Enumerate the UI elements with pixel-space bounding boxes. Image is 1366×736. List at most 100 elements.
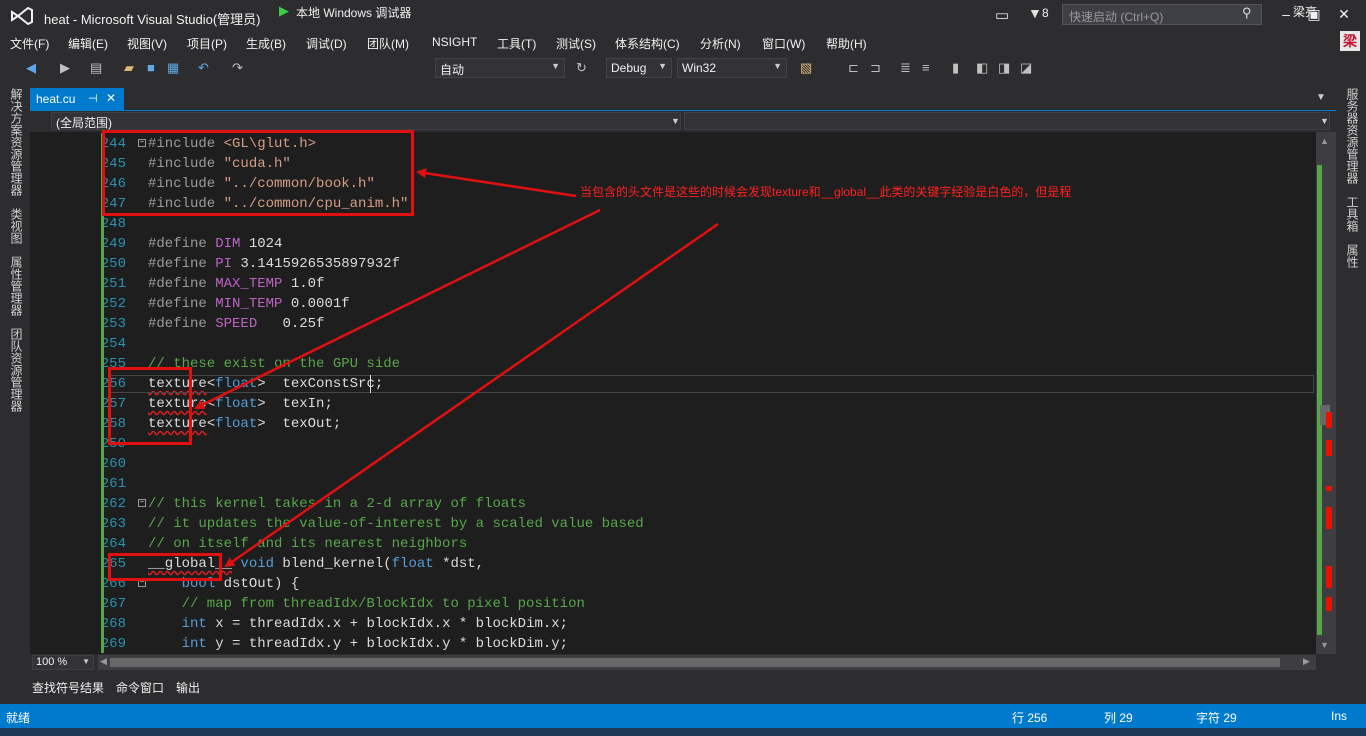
menu-architecture[interactable]: 体系结构(C)	[615, 35, 680, 52]
find-symbol-results-tab[interactable]: 查找符号结果	[32, 679, 104, 696]
code-line: 255// these exist on the GPU side	[62, 354, 1336, 374]
clear-bookmarks-icon[interactable]: ◪	[1020, 60, 1032, 76]
output-tab[interactable]: 输出	[176, 679, 200, 696]
status-line: 行 256	[1012, 711, 1048, 725]
open-file-icon[interactable]: ▰	[124, 60, 134, 76]
code-token: #define	[148, 236, 216, 252]
save-icon[interactable]: ■	[147, 60, 155, 75]
class-view-tab[interactable]: 类视图	[8, 208, 25, 244]
error-marker[interactable]	[1326, 440, 1332, 456]
refresh-icon[interactable]: ↻	[576, 60, 587, 76]
notification-icon[interactable]: ▭	[995, 6, 1009, 24]
zoom-value: 100 %	[36, 656, 68, 668]
code-line: 264 // on itself and its nearest neighbor…	[62, 534, 1336, 554]
fold-toggle-icon[interactable]: −	[138, 499, 146, 507]
server-explorer-tab[interactable]: 服务器资源管理器	[1344, 88, 1361, 184]
close-tab-icon[interactable]: ✕	[106, 91, 116, 105]
scroll-left-icon[interactable]: ◀	[100, 656, 107, 667]
menu-test[interactable]: 测试(S)	[556, 35, 596, 52]
code-line: 251 #define MAX_TEMP 1.0f	[62, 274, 1336, 294]
menu-project[interactable]: 项目(P)	[187, 35, 227, 52]
feedback-flag-icon[interactable]: ▼	[1028, 5, 1042, 21]
code-token: *dst,	[433, 556, 485, 572]
save-all-icon[interactable]: ▦	[167, 60, 179, 76]
pin-icon[interactable]: ⊣	[88, 92, 98, 105]
menu-debug[interactable]: 调试(D)	[306, 35, 347, 52]
visual-studio-logo-icon	[11, 6, 33, 26]
user-avatar[interactable]: 梁	[1340, 31, 1360, 51]
code-token: 1024	[240, 236, 283, 252]
prev-bookmark-icon[interactable]: ◧	[976, 60, 988, 76]
toolbox-tab[interactable]: 工具箱	[1344, 196, 1361, 232]
close-icon[interactable]: ✕	[1334, 6, 1354, 23]
tab-dropdown-icon[interactable]: ▼	[1316, 92, 1326, 103]
outdent-icon[interactable]: ≣	[900, 60, 911, 76]
scroll-down-icon[interactable]: ▼	[1320, 640, 1329, 650]
error-marker[interactable]	[1326, 486, 1332, 491]
configuration-combo[interactable]: Debug ▼	[606, 58, 672, 78]
line-number: 252	[100, 296, 126, 312]
error-marker[interactable]	[1326, 566, 1332, 588]
code-token: // map from threadIdx/BlockIdx to pixel …	[148, 596, 585, 612]
platform-combo[interactable]: Win32 ▼	[677, 58, 787, 78]
next-bookmark-icon[interactable]: ◨	[998, 60, 1010, 76]
code-line: 259	[62, 434, 1336, 454]
properties-tab[interactable]: 属性	[1344, 244, 1361, 268]
code-token: MAX_TEMP	[215, 276, 283, 292]
code-token: int	[181, 616, 207, 632]
property-manager-tab[interactable]: 属性管理器	[8, 256, 25, 316]
zoom-combo[interactable]: 100 % ▼	[32, 655, 94, 670]
menu-team[interactable]: 团队(M)	[367, 35, 409, 52]
menu-file[interactable]: 文件(F)	[10, 35, 49, 52]
command-window-tab[interactable]: 命令窗口	[116, 679, 164, 696]
document-tab-label: heat.cu	[36, 92, 76, 106]
search-icon[interactable]: ⚲	[1242, 5, 1252, 21]
scope-combo[interactable]: (全局范围)	[51, 112, 681, 130]
error-marker[interactable]	[1326, 507, 1332, 529]
annotation-box-global	[108, 553, 222, 581]
line-number: 264	[100, 536, 126, 552]
find-in-files-icon[interactable]: ▧	[800, 60, 812, 76]
indent-icon[interactable]: ≡	[922, 60, 930, 75]
start-debugger-button[interactable]: 本地 Windows 调试器	[296, 4, 411, 21]
user-name[interactable]: 梁亮	[1293, 3, 1317, 20]
undo-icon[interactable]: ↶	[198, 60, 209, 76]
bookmark-icon[interactable]: ▮	[952, 60, 959, 76]
menu-nsight[interactable]: NSIGHT	[432, 35, 477, 49]
redo-icon[interactable]: ↷	[232, 60, 243, 76]
start-debugging-icon[interactable]: ▶	[279, 3, 289, 19]
code-token: // it updates the value-of-interest by a…	[148, 516, 644, 532]
uncomment-icon[interactable]: ⊐	[870, 60, 881, 76]
scroll-up-icon[interactable]: ▲	[1320, 136, 1329, 146]
menu-build[interactable]: 生成(B)	[246, 35, 286, 52]
code-token: float	[391, 556, 434, 572]
status-ready: 就绪	[6, 711, 31, 725]
scroll-right-icon[interactable]: ▶	[1303, 656, 1310, 667]
menu-view[interactable]: 视图(V)	[127, 35, 167, 52]
code-token: int	[181, 636, 207, 652]
line-number: 250	[100, 256, 126, 272]
error-marker[interactable]	[1326, 412, 1332, 428]
forward-icon[interactable]: ▶	[60, 60, 70, 76]
code-line: 269 int y = threadIdx.y + blockIdx.y * b…	[62, 634, 1336, 654]
new-project-icon[interactable]: ▤	[90, 60, 102, 76]
code-line: 253 #define SPEED 0.25f	[62, 314, 1336, 334]
solution-config-combo[interactable]: 自动 ▼	[435, 58, 565, 78]
menu-help[interactable]: 帮助(H)	[826, 35, 867, 52]
member-combo[interactable]	[684, 112, 1330, 130]
code-token: float	[215, 416, 258, 432]
chevron-down-icon: ▼	[82, 657, 90, 666]
menu-analyze[interactable]: 分析(N)	[700, 35, 741, 52]
menu-edit[interactable]: 编辑(E)	[68, 35, 108, 52]
menu-tools[interactable]: 工具(T)	[497, 35, 536, 52]
code-line: 268 int x = threadIdx.x + blockIdx.x * b…	[62, 614, 1336, 634]
solution-explorer-tab[interactable]: 解决方案资源管理器	[8, 88, 25, 196]
toggle-comment-icon[interactable]: ⊏	[848, 60, 859, 76]
error-marker[interactable]	[1326, 597, 1332, 611]
quick-launch-input[interactable]: 快速启动 (Ctrl+Q)	[1062, 4, 1262, 25]
team-explorer-tab[interactable]: 团队资源管理器	[8, 328, 25, 412]
back-icon[interactable]: ◀	[26, 60, 36, 76]
menu-window[interactable]: 窗口(W)	[762, 35, 805, 52]
current-line-highlight	[110, 375, 1314, 393]
horizontal-scroll-thumb[interactable]	[110, 658, 1280, 667]
